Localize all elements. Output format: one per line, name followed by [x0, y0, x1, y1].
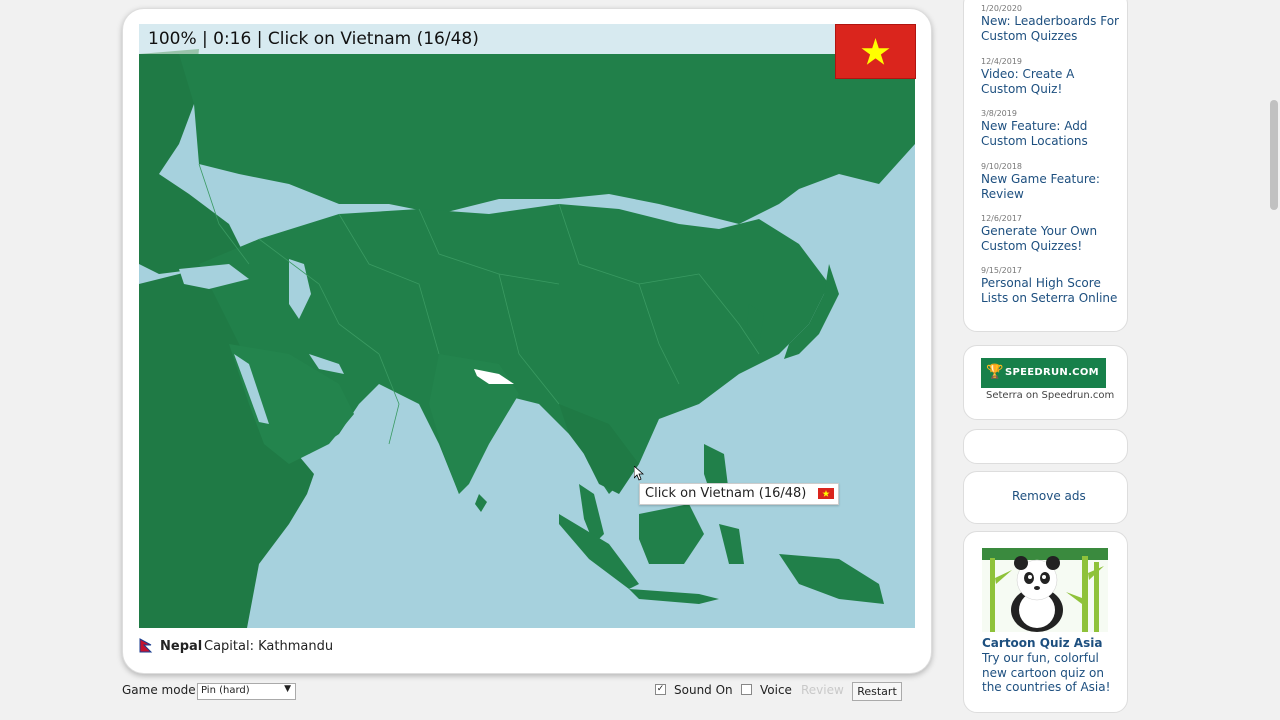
russia-region [179, 54, 915, 224]
news-date: 9/15/2017 [981, 266, 1023, 275]
promo-description[interactable]: Try our fun, colorful new cartoon quiz o… [982, 651, 1112, 695]
news-item[interactable]: 9/10/2018 New Game Feature: Review [981, 162, 1121, 202]
promo-title[interactable]: Cartoon Quiz Asia [982, 636, 1102, 650]
news-item[interactable]: 12/6/2017 Generate Your Own Custom Quizz… [981, 214, 1121, 254]
last-answer-capital: Capital: Kathmandu [204, 639, 334, 654]
review-button[interactable]: Review [801, 683, 844, 697]
speedrun-logo-text: SPEEDRUN.COM [1005, 367, 1099, 378]
blank-card [963, 429, 1128, 464]
panda-image[interactable] [982, 548, 1108, 632]
news-title[interactable]: Generate Your Own Custom Quizzes! [981, 224, 1121, 254]
sulawesi [719, 524, 744, 564]
india [429, 354, 519, 494]
news-item[interactable]: 3/8/2019 New Feature: Add Custom Locatio… [981, 109, 1121, 149]
star-icon [861, 38, 890, 65]
news-title[interactable]: New Game Feature: Review [981, 172, 1121, 202]
remove-ads-link[interactable]: Remove ads [1012, 489, 1086, 503]
mouse-cursor-icon [633, 465, 645, 486]
dropdown-arrow-icon: ▼ [284, 684, 291, 694]
scrollbar-thumb[interactable] [1270, 100, 1278, 210]
new-guinea [779, 554, 884, 604]
news-title[interactable]: New Feature: Add Custom Locations [981, 119, 1121, 149]
voice-label: Voice [760, 683, 792, 697]
trophy-icon: 🏆 [986, 364, 1004, 380]
speedrun-logo[interactable]: 🏆 SPEEDRUN.COM [981, 358, 1106, 388]
java [629, 589, 719, 604]
asia-map[interactable] [139, 24, 915, 628]
news-title[interactable]: New: Leaderboards For Custom Quizzes [981, 14, 1121, 44]
news-date: 1/20/2020 [981, 4, 1023, 13]
news-title[interactable]: Personal High Score Lists on Seterra Onl… [981, 276, 1121, 306]
sri-lanka [475, 494, 487, 512]
sound-label: Sound On [674, 683, 733, 697]
restart-button[interactable]: Restart [852, 682, 902, 701]
vietnam-flag-icon [818, 488, 834, 499]
news-date: 12/4/2019 [981, 57, 1023, 66]
game-mode-select[interactable]: Pin (hard) ▼ [197, 683, 296, 700]
nepal-flag-icon [139, 638, 153, 658]
speedrun-caption[interactable]: Seterra on Speedrun.com [986, 390, 1114, 401]
game-mode-value: Pin (hard) [201, 685, 250, 696]
borneo [639, 504, 704, 564]
last-answer-country: Nepal [160, 639, 203, 654]
game-mode-label: Game mode: [122, 683, 200, 697]
news-item[interactable]: 12/4/2019 Video: Create A Custom Quiz! [981, 57, 1121, 97]
quiz-status: 100% | 0:16 | Click on Vietnam (16/48) [148, 29, 479, 49]
tooltip-text: Click on Vietnam (16/48) [645, 486, 807, 501]
news-item[interactable]: 1/20/2020 New: Leaderboards For Custom Q… [981, 4, 1121, 44]
news-date: 9/10/2018 [981, 162, 1023, 171]
news-item[interactable]: 9/15/2017 Personal High Score Lists on S… [981, 266, 1121, 306]
news-date: 3/8/2019 [981, 109, 1017, 118]
sound-checkbox[interactable]: ✓ [655, 684, 666, 695]
news-date: 12/6/2017 [981, 214, 1023, 223]
map-tooltip: Click on Vietnam (16/48) [639, 483, 839, 505]
news-title[interactable]: Video: Create A Custom Quiz! [981, 67, 1121, 97]
voice-checkbox[interactable] [741, 684, 752, 695]
vietnam-flag [835, 24, 916, 79]
